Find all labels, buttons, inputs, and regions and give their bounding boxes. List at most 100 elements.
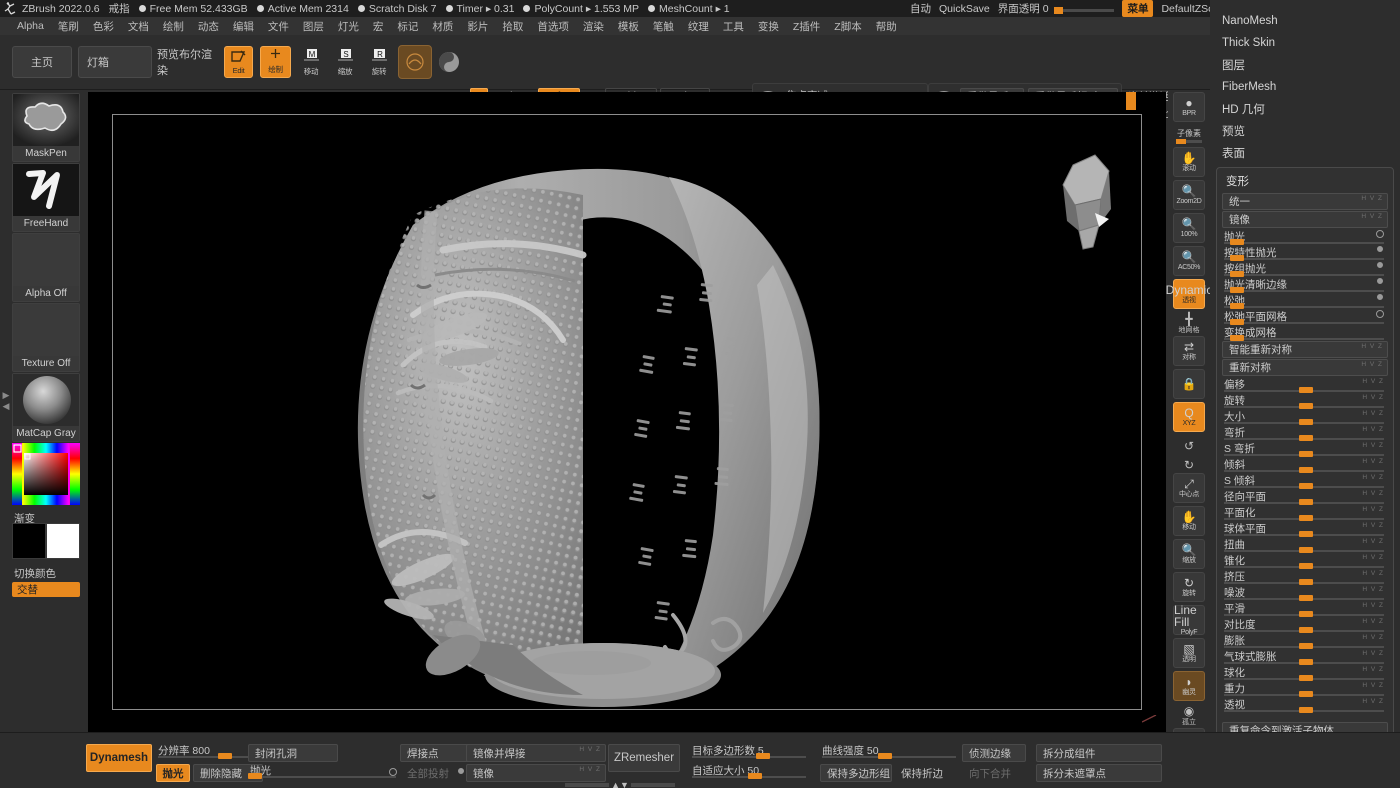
material-sphere-button[interactable] (398, 45, 432, 79)
scale-mode-button[interactable]: S 缩放 (330, 46, 360, 78)
deform-slider-25[interactable]: 平滑H V Z (1222, 601, 1388, 616)
deform-slider-track[interactable] (1224, 322, 1384, 324)
axis-hint[interactable]: H V Z (1362, 458, 1384, 465)
target-polys-track[interactable] (692, 756, 806, 758)
draw-mode-button[interactable]: 绘制 (260, 46, 291, 78)
axis-hint[interactable]: H V Z (1361, 195, 1383, 202)
deform-slider-6[interactable]: 松弛 (1222, 293, 1388, 308)
zremesher-button[interactable]: ZRemesher (608, 744, 680, 772)
deform-slider-15[interactable]: S 弯折H V Z (1222, 441, 1388, 456)
polish-track[interactable] (250, 776, 396, 778)
subpixel-slider-knob[interactable] (1176, 139, 1186, 144)
interface-transparency-slider[interactable]: 界面透明 0 (998, 1, 1115, 16)
viewport-inner-frame[interactable] (112, 114, 1142, 710)
move-button[interactable]: ✋移动 (1173, 506, 1205, 536)
menu-item-16[interactable]: 渲染 (576, 18, 611, 35)
deform-slider-14[interactable]: 弯折H V Z (1222, 425, 1388, 440)
deform-slider-4[interactable]: 按组抛光 (1222, 261, 1388, 276)
menu-item-24[interactable]: 帮助 (869, 18, 904, 35)
home-button[interactable]: 主页 (12, 46, 72, 78)
stroke-selector[interactable]: FreeHand (12, 163, 80, 232)
menu-item-0[interactable]: Alpha (10, 19, 51, 33)
deform-slider-16[interactable]: 倾斜H V Z (1222, 457, 1388, 472)
deform-slider-3[interactable]: 按特性抛光 (1222, 245, 1388, 260)
deform-slider-track[interactable] (1224, 338, 1384, 340)
resolution-knob[interactable] (218, 753, 232, 759)
deform-slider-26[interactable]: 对比度H V Z (1222, 617, 1388, 632)
menu-item-5[interactable]: 动态 (191, 18, 226, 35)
axis-hint[interactable]: H V Z (1362, 666, 1384, 673)
zoom2d-button[interactable]: 🔍Zoom2D (1173, 180, 1205, 210)
axis-hint[interactable]: H V Z (1362, 602, 1384, 609)
color-picker[interactable] (12, 443, 80, 505)
viewport-canvas[interactable] (88, 92, 1166, 732)
frame-button[interactable]: ⤢中心点 (1173, 473, 1205, 503)
axis-hint[interactable]: H V Z (1362, 394, 1384, 401)
axis-hint[interactable]: H V Z (1361, 343, 1383, 350)
primary-color-swatch[interactable] (12, 523, 46, 559)
material-selector[interactable]: MatCap Gray (12, 373, 80, 442)
right-panel-item-5[interactable]: 预览 (1210, 120, 1400, 142)
close-holes-button[interactable]: 封闭孔洞 (248, 744, 338, 762)
floor-button[interactable]: ╋地网格 (1173, 312, 1205, 334)
polish-knob[interactable] (248, 773, 262, 779)
scroll-button[interactable]: ✋滚动 (1173, 147, 1205, 177)
deform-radio-icon[interactable] (1377, 294, 1383, 300)
menu-item-1[interactable]: 笔刷 (51, 18, 86, 35)
menu-item-4[interactable]: 绘制 (156, 18, 191, 35)
deform-radio-icon[interactable] (1377, 278, 1383, 284)
bpr-button[interactable]: ●BPR (1173, 92, 1205, 122)
menu-item-18[interactable]: 笔触 (646, 18, 681, 35)
deform-slider-12[interactable]: 旋转H V Z (1222, 393, 1388, 408)
deform-radio-icon[interactable] (1376, 230, 1384, 238)
axis-hint[interactable]: H V Z (1362, 650, 1384, 657)
deform-slider-8[interactable]: 变换成网格 (1222, 325, 1388, 340)
deform-slider-18[interactable]: 径向平面H V Z (1222, 489, 1388, 504)
axis-hint[interactable]: H V Z (1362, 506, 1384, 513)
deform-slider-27[interactable]: 膨胀H V Z (1222, 633, 1388, 648)
deform-button-9[interactable]: 智能重新对称H V Z (1222, 341, 1388, 358)
axis-hint[interactable]: H V Z (1362, 682, 1384, 689)
keep-creases-button[interactable]: 保持折边 (894, 764, 960, 782)
deform-button-0[interactable]: 统一H V Z (1222, 193, 1388, 210)
project-radio-icon[interactable] (458, 768, 464, 774)
brush-selector[interactable]: MaskPen (12, 93, 80, 162)
deform-slider-5[interactable]: 抛光清晰边缘 (1222, 277, 1388, 292)
deform-slider-11[interactable]: 偏移H V Z (1222, 377, 1388, 392)
menu-item-22[interactable]: Z插件 (786, 18, 827, 35)
deform-radio-icon[interactable] (1377, 246, 1383, 252)
rotate-mode-button[interactable]: R 旋转 (364, 46, 394, 78)
deform-slider-2[interactable]: 抛光 (1222, 229, 1388, 244)
subpixel-slider[interactable]: 子像素 (1173, 125, 1205, 147)
menu-item-2[interactable]: 色彩 (86, 18, 121, 35)
subpixel-slider-track[interactable] (1176, 140, 1202, 143)
deform-slider-track[interactable] (1224, 274, 1384, 276)
right-panel-item-4[interactable]: HD 几何 (1210, 98, 1400, 120)
deform-slider-track[interactable] (1224, 306, 1384, 308)
axis-hint[interactable]: H V Z (1362, 474, 1384, 481)
deform-slider-28[interactable]: 气球式膨胀H V Z (1222, 649, 1388, 664)
curve-strength-slider[interactable]: 曲线强度 50 (820, 744, 958, 759)
right-panel-item-0[interactable]: NanoMesh (1210, 10, 1400, 32)
axis-hint[interactable]: H V Z (1361, 213, 1383, 220)
deform-slider-23[interactable]: 挤压H V Z (1222, 569, 1388, 584)
deform-slider-19[interactable]: 平面化H V Z (1222, 505, 1388, 520)
merge-down-button[interactable]: 向下合并 (962, 764, 1026, 782)
menu-item-3[interactable]: 文档 (121, 18, 156, 35)
deform-slider-track[interactable] (1224, 290, 1384, 292)
deform-slider-24[interactable]: 噪波H V Z (1222, 585, 1388, 600)
adaptive-size-knob[interactable] (748, 773, 762, 779)
shelf-resize-handle[interactable]: ▲▼ (560, 781, 680, 788)
secondary-color-swatch[interactable] (46, 523, 80, 559)
scale-button[interactable]: 🔍缩放 (1173, 539, 1205, 569)
right-panel-item-2[interactable]: 图层 (1210, 54, 1400, 76)
split-to-parts-button[interactable]: 拆分成组件 (1036, 744, 1162, 762)
transparency-track[interactable] (1054, 9, 1114, 12)
lightbox-button[interactable]: 灯箱 (78, 46, 152, 78)
menu-item-11[interactable]: 标记 (390, 18, 425, 35)
deform-slider-track[interactable] (1224, 258, 1384, 260)
xyz-button[interactable]: QXYZ (1173, 402, 1205, 432)
polish-toggle-button[interactable]: 抛光 (156, 764, 190, 782)
deform-slider-22[interactable]: 锥化H V Z (1222, 553, 1388, 568)
edit-mode-button[interactable]: Edit (224, 46, 253, 78)
